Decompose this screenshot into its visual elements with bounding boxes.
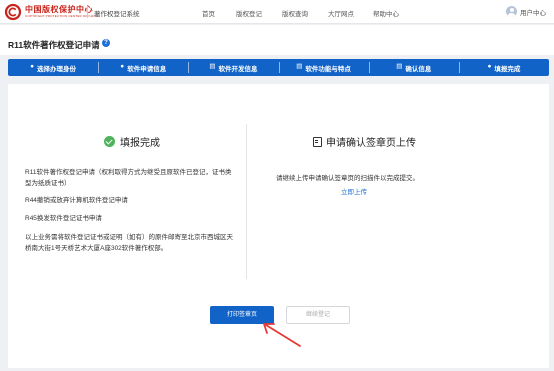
check-circle-icon [104, 136, 115, 147]
step-label: 软件申请信息 [127, 65, 167, 73]
system-name: 著作权登记系统 [94, 11, 140, 18]
info-paragraph: R11软件著作权登记申请（权利取得方式为继受且原软件已登记，证书类型为纸质证书） [25, 169, 232, 187]
info-paragraph: R45换发软件登记证书申请 [25, 215, 102, 222]
step-label: 确认信息 [405, 65, 432, 73]
step-development-info: ▤ 软件开发信息 [188, 59, 278, 76]
document-icon: ▤ [296, 63, 303, 71]
nav-copyright-query[interactable]: 版权查询 [282, 8, 308, 18]
page-header: R11软件著作权登记申请 ? [0, 25, 554, 55]
help-icon[interactable]: ? [102, 39, 110, 47]
info-paragraph: 以上业务需将软件登记证书或证明（如有）的原件邮寄至北京市西城区天桥南大街1号天桥… [25, 234, 233, 252]
nav-service-halls[interactable]: 大厅网点 [328, 8, 354, 18]
step-complete: ● 填报完成 [458, 59, 549, 76]
location-icon: ● [120, 63, 125, 71]
upload-heading: 申请确认签章页上传 [313, 134, 416, 149]
step-label: 填报完成 [494, 65, 521, 73]
info-paragraph: R44撤销或放弃计算机软件登记申请 [25, 197, 128, 204]
upload-title: 申请确认签章页上传 [326, 138, 416, 149]
document-icon: ▤ [209, 63, 216, 71]
completion-heading: 填报完成 [104, 134, 160, 149]
header-divider [87, 6, 88, 18]
nav-help-center[interactable]: 帮助中心 [373, 8, 399, 18]
user-center-label: 用户中心 [520, 9, 546, 17]
user-icon: ● [30, 63, 35, 71]
panel-divider [246, 124, 247, 279]
page-title: R11软件著作权登记申请 [8, 40, 100, 50]
step-confirm-info: ▤ 确认信息 [368, 59, 459, 76]
step-label: 选择办理身份 [37, 65, 77, 73]
progress-steps: ● 选择办理身份 ● 软件申请信息 ▤ 软件开发信息 ▤ 软件功能与特点 ▤ 确… [8, 59, 549, 76]
nav-home[interactable]: 首页 [202, 8, 215, 18]
document-icon: ▤ [396, 63, 403, 71]
user-center-button[interactable]: 用户中心 [506, 6, 546, 17]
document-icon [313, 137, 322, 147]
upload-now-link[interactable]: 立即上传 [341, 186, 367, 196]
step-label: 软件开发信息 [218, 65, 258, 73]
upload-description: 请继续上传申请确认签章页的扫描件以完成提交。 [276, 175, 419, 182]
step-features: ▤ 软件功能与特点 [278, 59, 369, 76]
top-bar: 中国版权保护中心 COPYRIGHT PROTECTION CENTER OF … [0, 0, 554, 24]
step-label: 软件功能与特点 [305, 65, 351, 73]
step-application-info: ● 软件申请信息 [98, 59, 188, 76]
annotation-arrow-icon [263, 323, 301, 347]
nav-copyright-registration[interactable]: 版权登记 [236, 8, 262, 18]
check-circle-icon: ● [487, 63, 492, 71]
copyright-logo-icon [4, 3, 22, 21]
content-card: 填报完成 R11软件著作权登记申请（权利取得方式为继受且原软件已登记，证书类型为… [8, 84, 549, 368]
completion-title: 填报完成 [120, 138, 160, 149]
step-select-identity: ● 选择办理身份 [8, 59, 98, 76]
avatar-icon [506, 6, 517, 17]
